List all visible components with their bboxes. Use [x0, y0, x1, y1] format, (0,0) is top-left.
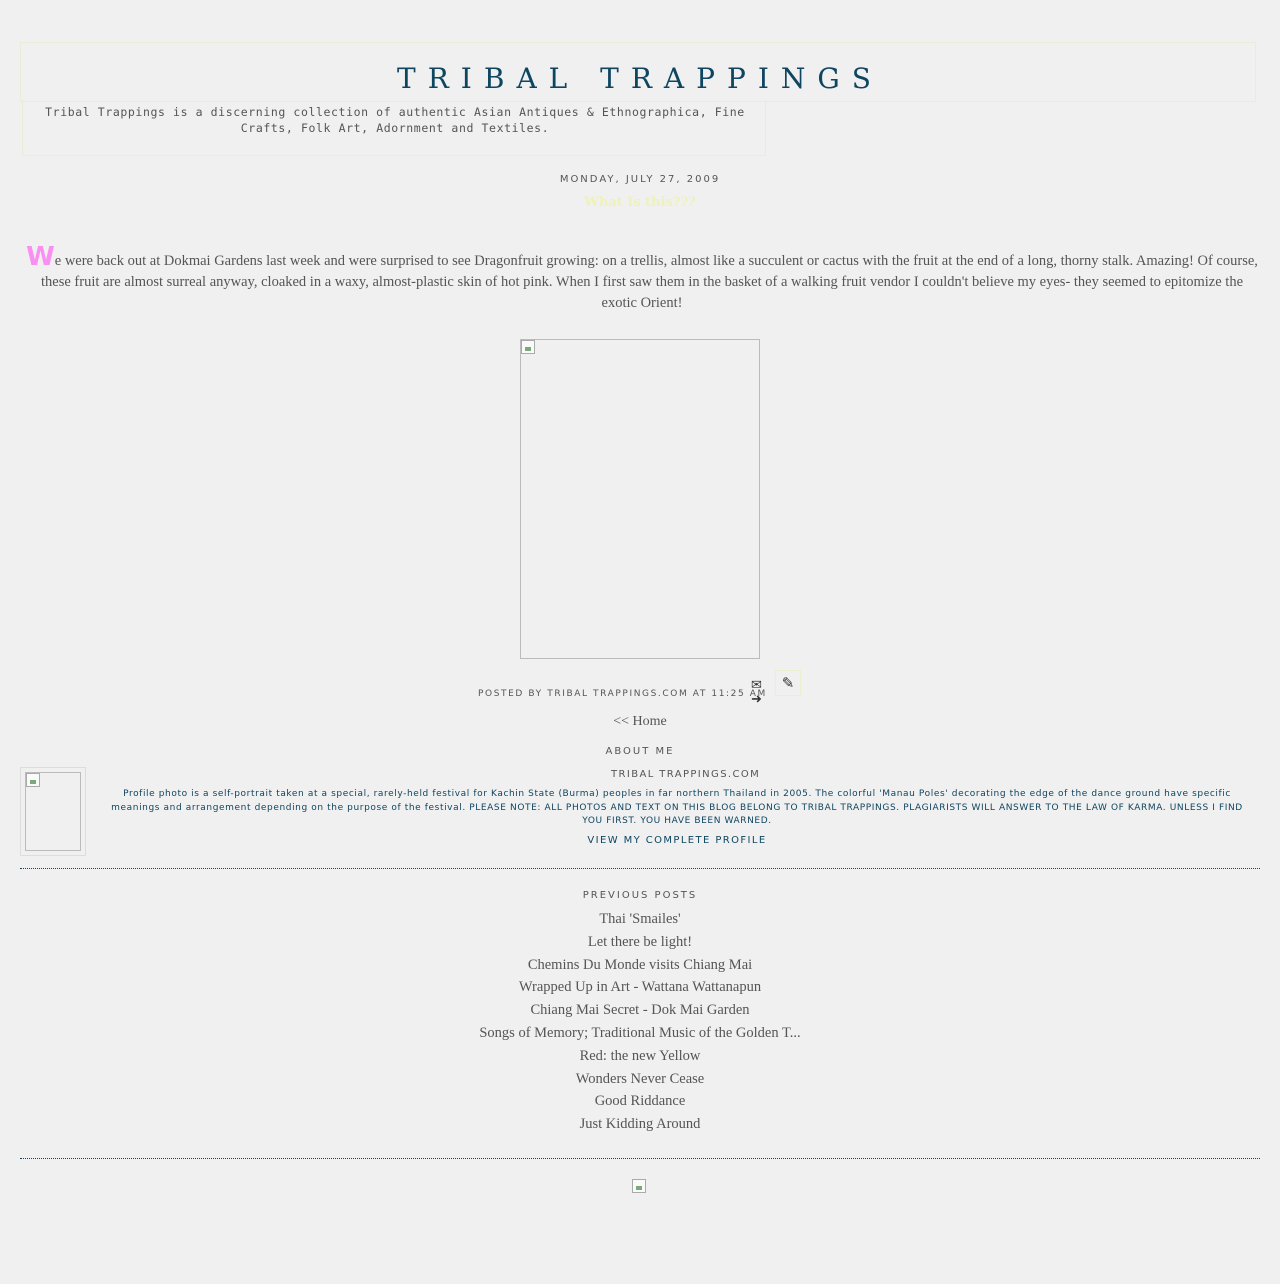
previous-post-link[interactable]: Red: the new Yellow — [0, 1045, 1280, 1068]
profile-description: Profile photo is a self-portrait taken a… — [111, 789, 1243, 826]
post-image[interactable] — [520, 339, 760, 659]
previous-posts-heading: PREVIOUS POSTS — [582, 890, 698, 901]
post-footer: POSTED BY TRIBAL TRAPPINGS.COM AT 11:25 … — [478, 689, 767, 699]
post-title[interactable]: What Is this??? — [0, 195, 1280, 210]
blog-description: Tribal Trappings is a discerning collect… — [45, 105, 745, 135]
previous-post-link[interactable]: Just Kidding Around — [0, 1113, 1280, 1136]
home-link[interactable]: << Home — [0, 714, 1280, 730]
post-dropcap: W — [26, 242, 55, 272]
divider — [20, 868, 1260, 869]
previous-posts-list: Thai 'Smailes' Let there be light! Chemi… — [0, 908, 1280, 1136]
broken-image-icon — [521, 340, 535, 354]
about-me-heading: ABOUT ME — [605, 746, 675, 757]
previous-post-link[interactable]: Let there be light! — [0, 931, 1280, 954]
previous-post-link[interactable]: Good Riddance — [0, 1090, 1280, 1113]
previous-post-link[interactable]: Chemins Du Monde visits Chiang Mai — [0, 954, 1280, 977]
previous-post-link[interactable]: Thai 'Smailes' — [0, 908, 1280, 931]
footer-badge-image[interactable] — [632, 1179, 646, 1193]
broken-image-icon — [26, 773, 40, 787]
pencil-icon[interactable]: ✎ — [775, 670, 801, 696]
post-body-text: e were back out at Dokmai Gardens last w… — [41, 253, 1258, 311]
previous-post-link[interactable]: Songs of Memory; Traditional Music of th… — [0, 1022, 1280, 1045]
blog-title[interactable]: TRIBAL TRAPPINGS — [0, 62, 1280, 95]
post-date: MONDAY, JULY 27, 2009 — [559, 174, 721, 185]
post-body: We were back out at Dokmai Gardens last … — [22, 244, 1262, 314]
previous-post-link[interactable]: Chiang Mai Secret - Dok Mai Garden — [0, 999, 1280, 1022]
previous-post-link[interactable]: Wonders Never Cease — [0, 1068, 1280, 1091]
previous-post-link[interactable]: Wrapped Up in Art - Wattana Wattanapun — [0, 976, 1280, 999]
view-profile-link[interactable]: VIEW MY COMPLETE PROFILE — [0, 835, 1280, 846]
email-post-icon[interactable]: ✉➜ — [751, 679, 769, 707]
divider — [20, 1158, 1260, 1159]
profile-name: TRIBAL TRAPPINGS.COM — [611, 769, 761, 780]
